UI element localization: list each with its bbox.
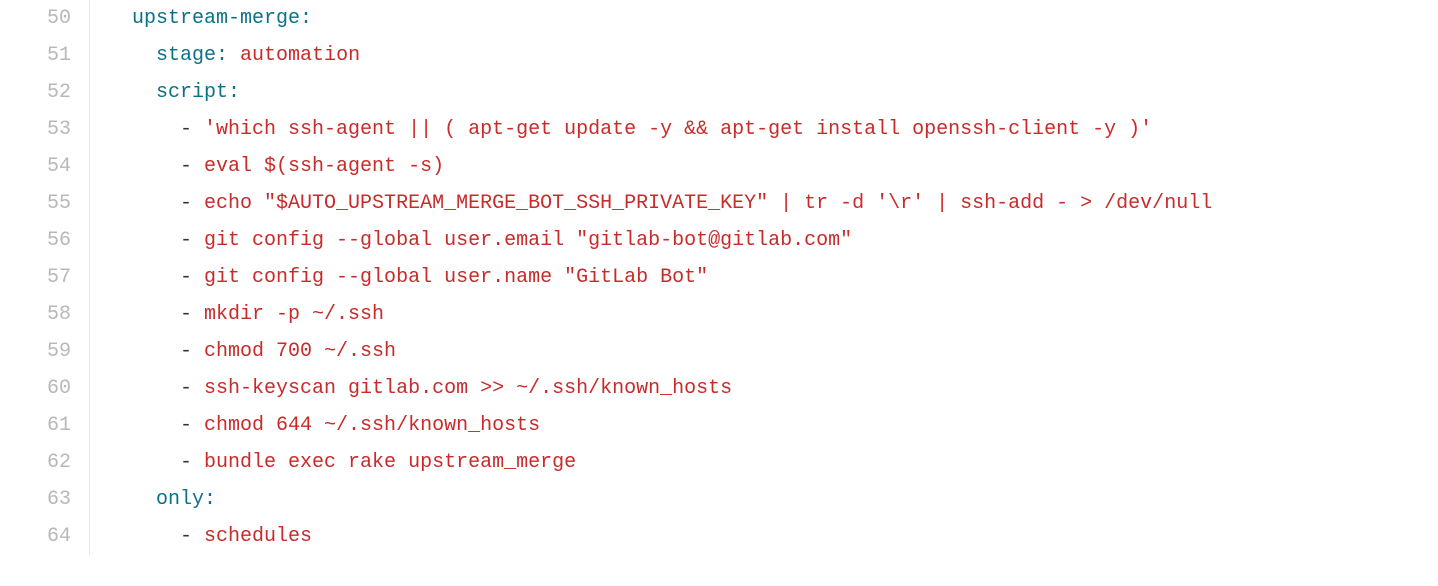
token-str: 'which ssh-agent || ( apt-get update -y … [204,118,1152,141]
line-number-gutter: 505152535455565758596061626364 [0,0,90,555]
token-str: schedules [204,525,312,548]
line-number: 51 [0,37,71,74]
code-content[interactable]: upstream-merge: stage: automation script… [90,0,1438,555]
code-line: - schedules [108,518,1438,555]
token-dash: - [180,118,204,141]
token-key: only: [156,488,216,511]
token-dash: - [180,414,204,437]
code-line: - ssh-keyscan gitlab.com >> ~/.ssh/known… [108,370,1438,407]
code-block: 505152535455565758596061626364 upstream-… [0,0,1438,555]
code-line: only: [108,481,1438,518]
code-line: stage: automation [108,37,1438,74]
line-number: 63 [0,481,71,518]
code-line: - git config --global user.email "gitlab… [108,222,1438,259]
token-str: mkdir -p ~/.ssh [204,303,384,326]
line-number: 57 [0,259,71,296]
code-line: - 'which ssh-agent || ( apt-get update -… [108,111,1438,148]
token-str: bundle exec rake upstream_merge [204,451,576,474]
token-key: stage: [156,44,228,67]
token-dash: - [180,451,204,474]
token-dash: - [180,340,204,363]
line-number: 55 [0,185,71,222]
code-line: - mkdir -p ~/.ssh [108,296,1438,333]
code-line: - git config --global user.name "GitLab … [108,259,1438,296]
code-line: - echo "$AUTO_UPSTREAM_MERGE_BOT_SSH_PRI… [108,185,1438,222]
code-line: - chmod 644 ~/.ssh/known_hosts [108,407,1438,444]
token-str: chmod 700 ~/.ssh [204,340,396,363]
token-str: ssh-keyscan gitlab.com >> ~/.ssh/known_h… [204,377,732,400]
token-key: upstream-merge: [132,7,312,30]
line-number: 52 [0,74,71,111]
line-number: 61 [0,407,71,444]
line-number: 62 [0,444,71,481]
token-str: git config --global user.email "gitlab-b… [204,229,852,252]
token-str: chmod 644 ~/.ssh/known_hosts [204,414,540,437]
line-number: 54 [0,148,71,185]
token-dash: - [180,192,204,215]
line-number: 60 [0,370,71,407]
token-str: eval $(ssh-agent -s) [204,155,444,178]
code-line: - chmod 700 ~/.ssh [108,333,1438,370]
code-line: - bundle exec rake upstream_merge [108,444,1438,481]
code-line: upstream-merge: [108,0,1438,37]
line-number: 53 [0,111,71,148]
line-number: 56 [0,222,71,259]
token-dash: - [180,303,204,326]
token-dash: - [180,155,204,178]
token-dash: - [180,377,204,400]
token [228,44,240,67]
code-line: - eval $(ssh-agent -s) [108,148,1438,185]
token-key: script: [156,81,240,104]
line-number: 50 [0,0,71,37]
token-str: echo "$AUTO_UPSTREAM_MERGE_BOT_SSH_PRIVA… [204,192,1212,215]
code-line: script: [108,74,1438,111]
token-str: git config --global user.name "GitLab Bo… [204,266,708,289]
line-number: 59 [0,333,71,370]
line-number: 58 [0,296,71,333]
token-dash: - [180,525,204,548]
line-number: 64 [0,518,71,555]
token-dash: - [180,266,204,289]
token-str: automation [240,44,360,67]
token-dash: - [180,229,204,252]
